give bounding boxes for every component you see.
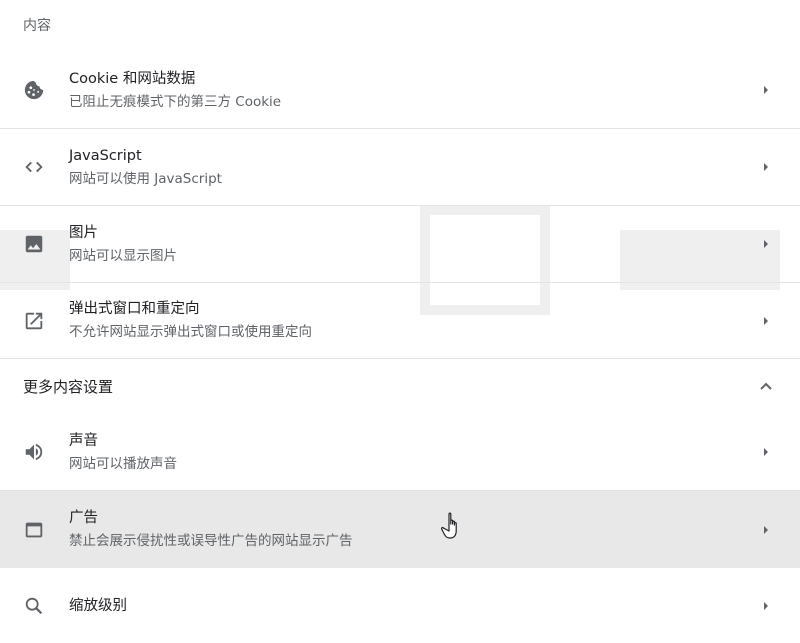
chevron-right-icon [764, 316, 768, 325]
row-title: 声音 [69, 432, 98, 449]
row-images[interactable]: 图片 网站可以显示图片 [0, 206, 800, 283]
volume-icon [22, 440, 46, 464]
more-content-settings-title: 更多内容设置 [23, 377, 114, 396]
row-subtitle: 已阻止无痕模式下的第三方 Cookie [69, 93, 282, 110]
row-popups-redirects[interactable]: 弹出式窗口和重定向 不允许网站显示弹出式窗口或使用重定向 [0, 283, 800, 359]
row-title: 弹出式窗口和重定向 [69, 301, 200, 317]
chevron-right-icon [764, 163, 768, 171]
cookie-icon [22, 78, 46, 102]
row-subtitle: 网站可以播放声音 [69, 455, 177, 472]
row-title: JavaScript [69, 147, 142, 164]
hand-cursor-icon [441, 512, 457, 539]
row-zoom-levels[interactable]: 缩放级别 [0, 568, 800, 643]
row-subtitle: 禁止会展示侵扰性或误导性广告的网站显示广告 [69, 533, 353, 549]
row-title: 图片 [69, 224, 98, 241]
row-subtitle: 网站可以使用 JavaScript [69, 170, 222, 187]
chevron-right-icon [764, 601, 768, 610]
chevron-right-icon [764, 240, 768, 248]
row-title: 广告 [69, 510, 98, 526]
more-content-settings-toggle[interactable]: 更多内容设置 [0, 358, 800, 414]
row-cookies[interactable]: Cookie 和网站数据 已阻止无痕模式下的第三方 Cookie [0, 52, 800, 129]
row-subtitle: 不允许网站显示弹出式窗口或使用重定向 [69, 324, 312, 340]
row-sound[interactable]: 声音 网站可以播放声音 [0, 414, 800, 491]
row-javascript[interactable]: JavaScript 网站可以使用 JavaScript [0, 129, 800, 206]
row-subtitle: 网站可以显示图片 [69, 247, 177, 264]
code-icon [22, 155, 46, 179]
row-title: Cookie 和网站数据 [69, 70, 196, 87]
ads-window-icon [22, 518, 46, 542]
chevron-right-icon [764, 448, 768, 456]
open-in-new-icon [22, 309, 46, 333]
image-icon [22, 232, 46, 256]
chevron-right-icon [764, 86, 768, 94]
chevron-right-icon [764, 525, 768, 534]
section-label-content: 内容 [23, 18, 51, 34]
row-ads[interactable]: 广告 禁止会展示侵扰性或误导性广告的网站显示广告 [0, 491, 800, 568]
zoom-search-icon [22, 594, 46, 618]
row-title: 缩放级别 [69, 597, 127, 614]
chevron-up-icon[interactable] [758, 378, 774, 394]
